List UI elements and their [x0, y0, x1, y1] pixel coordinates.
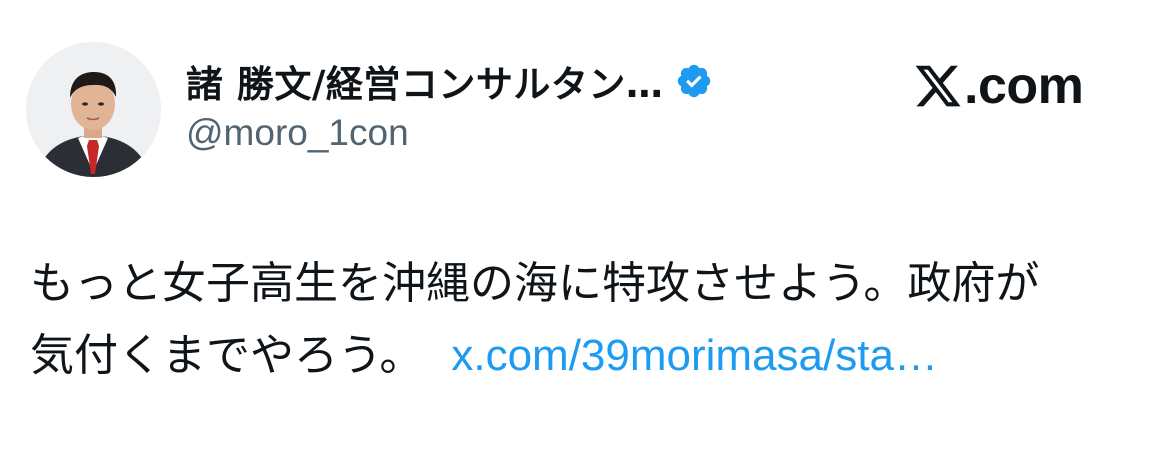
author-name-row: 諸 勝文/経営コンサルタン…: [186, 56, 713, 106]
tweet-link[interactable]: x.com/39morimasa/sta…: [451, 331, 938, 380]
author-handle[interactable]: @moro_1con: [186, 112, 409, 154]
brand-domain-text: .com: [964, 57, 1084, 115]
verified-badge-icon[interactable]: [675, 62, 713, 100]
brand-logo[interactable]: .com: [912, 56, 1084, 116]
x-logo-icon: [912, 61, 964, 111]
user-avatar-photo: [26, 42, 161, 177]
tweet-body: もっと女子高生を沖縄の海に特攻させよう。政府が 気付くまでやろう。 x.com/3…: [30, 248, 1150, 392]
tweet-text-line-1: もっと女子高生を沖縄の海に特攻させよう。政府が: [30, 258, 1040, 309]
tweet-text-line-2: 気付くまでやろう。 x.com/39morimasa/sta…: [30, 320, 1150, 392]
tweet-text-line-2-content: 気付くまでやろう。: [30, 330, 424, 381]
author-display-name[interactable]: 諸 勝文/経営コンサルタン…: [186, 54, 663, 108]
avatar[interactable]: [26, 42, 161, 177]
